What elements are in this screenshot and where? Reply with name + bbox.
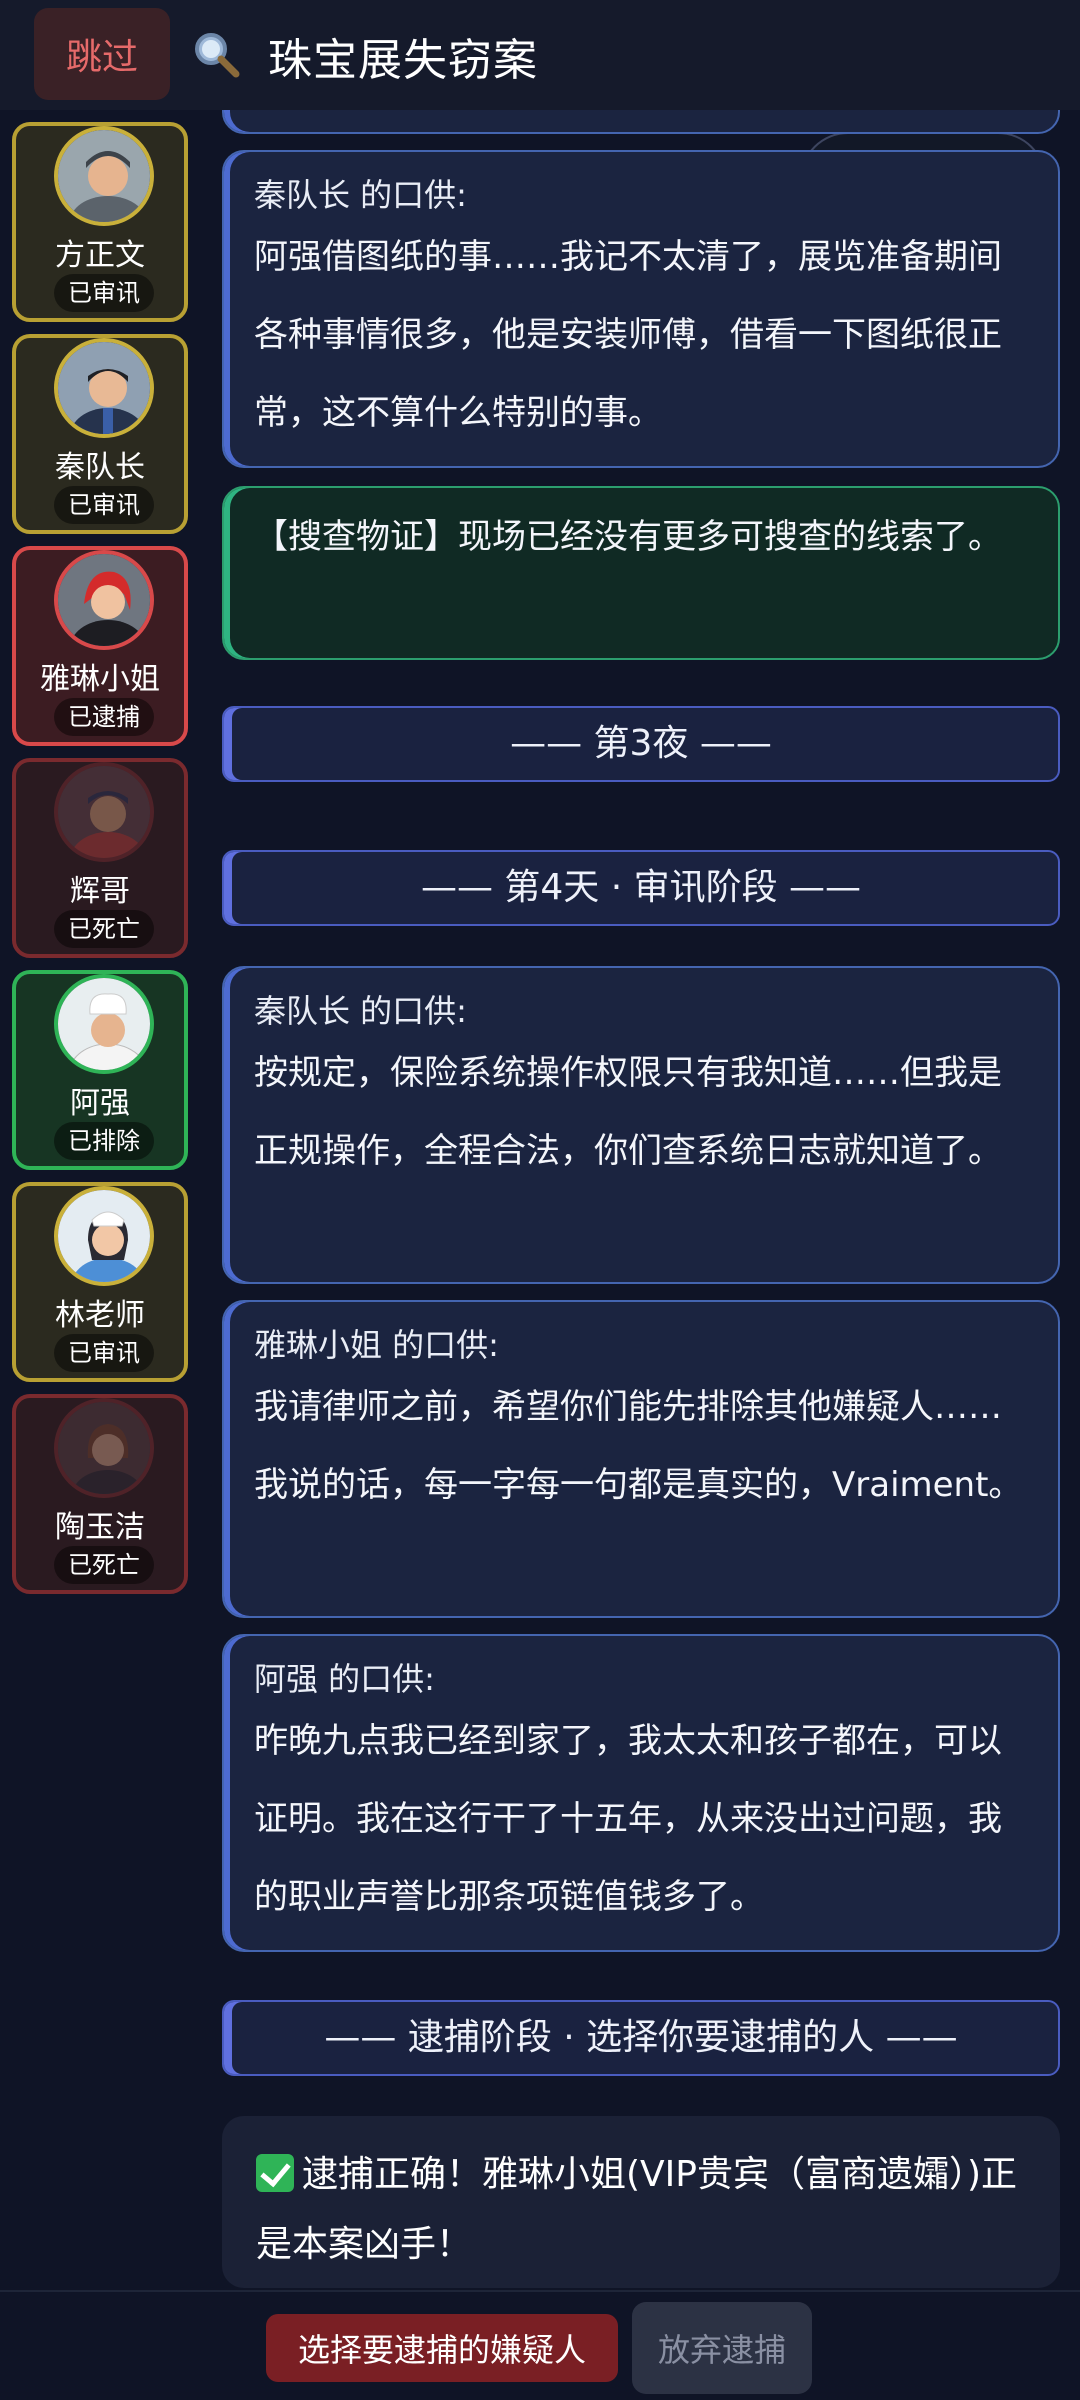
suspect-name: 林老师 [55, 1298, 145, 1333]
suspect-name: 阿强 [70, 1086, 130, 1121]
suspect-sidebar: 方正文 已审讯 秦队长 已审讯 雅琳小姐 已逮捕 辉哥 已死亡 阿强 已排除 林… [0, 110, 200, 2290]
suspect-card-taoyujie[interactable]: 陶玉洁 已死亡 [12, 1394, 188, 1594]
status-badge: 已死亡 [54, 1546, 154, 1584]
arrest-result: 逮捕正确！雅琳小姐(VIP贵宾（富商遗孀）)正是本案凶手！ [222, 2116, 1060, 2288]
testimony-text: 昨晚九点我已经到家了，我太太和孩子都在，可以证明。我在这行干了十五年，从来没出过… [254, 1721, 1002, 1917]
log-card-partial [222, 110, 1060, 134]
testimony-speaker: 阿强 的口供: [254, 1660, 435, 1698]
choose-suspect-button[interactable]: 选择要逮捕的嫌疑人 [266, 2314, 618, 2382]
top-bar: 跳过 珠宝展失窃案 [0, 0, 1080, 110]
suspect-card-yalinxiaojie[interactable]: 雅琳小姐 已逮捕 [12, 546, 188, 746]
avatar [54, 762, 154, 862]
check-icon [256, 2154, 294, 2192]
status-badge: 已审讯 [54, 1334, 154, 1372]
avatar [54, 338, 154, 438]
avatar [54, 974, 154, 1074]
testimony-text: 阿强借图纸的事……我记不太清了，展览准备期间各种事情很多，他是安装师傅，借看一下… [254, 237, 1002, 433]
testimony-speaker: 秦队长 的口供: [254, 176, 467, 214]
arrest-result-text: 逮捕正确！雅琳小姐(VIP贵宾（富商遗孀）)正是本案凶手！ [256, 2154, 1018, 2265]
testimony-speaker: 秦队长 的口供: [254, 992, 467, 1030]
testimony-card: 秦队长 的口供: 阿强借图纸的事……我记不太清了，展览准备期间各种事情很多，他是… [222, 150, 1060, 468]
evidence-card: 【搜查物证】现场已经没有更多可搜查的线索了。 [222, 486, 1060, 660]
avatar [54, 126, 154, 226]
suspect-card-huige[interactable]: 辉哥 已死亡 [12, 758, 188, 958]
suspect-name: 陶玉洁 [55, 1510, 145, 1545]
testimony-card: 雅琳小姐 的口供: 我请律师之前，希望你们能先排除其他嫌疑人……我说的话，每一字… [222, 1300, 1060, 1618]
case-log[interactable]: 秦队长 的口供: 阿强借图纸的事……我记不太清了，展览准备期间各种事情很多，他是… [222, 110, 1060, 2290]
status-badge: 已审讯 [54, 274, 154, 312]
suspect-card-qinduizhang[interactable]: 秦队长 已审讯 [12, 334, 188, 534]
phase-header-day4: —— 第4天 · 审讯阶段 —— [222, 850, 1060, 926]
suspect-card-linlaoshi[interactable]: 林老师 已审讯 [12, 1182, 188, 1382]
suspect-name: 雅琳小姐 [40, 662, 160, 697]
testimony-card: 秦队长 的口供: 按规定，保险系统操作权限只有我知道……但我是正规操作，全程合法… [222, 966, 1060, 1284]
status-badge: 已排除 [54, 1122, 154, 1160]
suspect-name: 秦队长 [55, 450, 145, 485]
page-title: 珠宝展失窃案 [268, 35, 538, 86]
bottom-action-bar: 选择要逮捕的嫌疑人 放弃逮捕 [0, 2290, 1080, 2400]
testimony-card: 阿强 的口供: 昨晚九点我已经到家了，我太太和孩子都在，可以证明。我在这行干了十… [222, 1634, 1060, 1952]
status-badge: 已死亡 [54, 910, 154, 948]
give-up-arrest-button[interactable]: 放弃逮捕 [632, 2302, 812, 2394]
status-badge: 已审讯 [54, 486, 154, 524]
skip-button[interactable]: 跳过 [34, 8, 170, 100]
suspect-name: 辉哥 [70, 874, 130, 909]
suspect-card-fangzhengwen[interactable]: 方正文 已审讯 [12, 122, 188, 322]
avatar [54, 1398, 154, 1498]
testimony-speaker: 雅琳小姐 的口供: [254, 1326, 499, 1364]
avatar [54, 550, 154, 650]
phase-header-night3: —— 第3夜 —— [222, 706, 1060, 782]
testimony-text: 按规定，保险系统操作权限只有我知道……但我是正规操作，全程合法，你们查系统日志就… [254, 1053, 1002, 1171]
suspect-name: 方正文 [55, 238, 145, 273]
testimony-text: 我请律师之前，希望你们能先排除其他嫌疑人……我说的话，每一字每一句都是真实的，V… [254, 1387, 1023, 1505]
avatar [54, 1186, 154, 1286]
phase-header-arrest: —— 逮捕阶段 · 选择你要逮捕的人 —— [222, 2000, 1060, 2076]
search-icon [195, 33, 240, 78]
suspect-card-aqiang[interactable]: 阿强 已排除 [12, 970, 188, 1170]
status-badge: 已逮捕 [54, 698, 154, 736]
evidence-text: 【搜查物证】现场已经没有更多可搜查的线索了。 [254, 517, 1002, 557]
